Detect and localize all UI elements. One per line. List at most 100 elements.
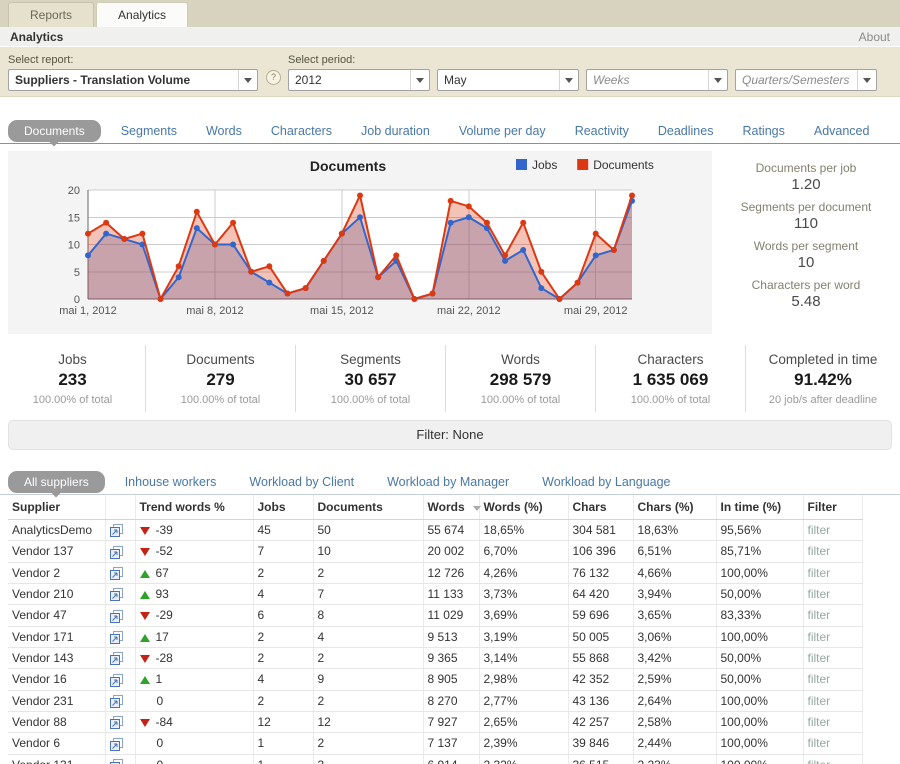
row-filter-link[interactable]: filter: [808, 630, 831, 644]
row-filter-link[interactable]: filter: [808, 736, 831, 750]
period-select-2[interactable]: May: [437, 69, 579, 91]
table-row: Vendor 2672212 7264,26%76 1324,66%100,00…: [8, 562, 862, 583]
open-in-new-window-icon[interactable]: [110, 546, 123, 559]
svg-text:mai 29, 2012: mai 29, 2012: [564, 305, 628, 317]
col-header-words[interactable]: Words (%): [479, 495, 568, 520]
select-report-label: Select report:: [8, 54, 73, 66]
report-tab-volume-per-day[interactable]: Volume per day: [459, 124, 546, 138]
col-header-jobs[interactable]: Jobs: [253, 495, 313, 520]
cell-words: 11 133: [423, 583, 479, 604]
app-header: Analytics About: [0, 27, 900, 47]
col-header-label: Chars: [573, 500, 607, 514]
row-filter-link[interactable]: filter: [808, 672, 831, 686]
row-filter-link[interactable]: filter: [808, 587, 831, 601]
window-tab-analytics[interactable]: Analytics: [96, 2, 188, 27]
filter-bar[interactable]: Filter: None: [8, 420, 892, 450]
supplier-tab-workload-by-client[interactable]: Workload by Client: [249, 475, 354, 489]
row-filter-link[interactable]: filter: [808, 651, 831, 665]
table-row: AnalyticsDemo-39455055 67418,65%304 5811…: [8, 520, 862, 541]
supplier-tab-workload-by-language[interactable]: Workload by Language: [542, 475, 670, 489]
trend-value: 17: [156, 630, 169, 644]
col-header-in-time[interactable]: In time (%): [716, 495, 803, 520]
report-tab-reactivity[interactable]: Reactivity: [575, 124, 629, 138]
report-tab-documents[interactable]: Documents: [8, 120, 101, 142]
period-select-1[interactable]: 2012: [288, 69, 430, 91]
help-icon[interactable]: ?: [266, 70, 281, 85]
col-header-trend-words[interactable]: Trend words %: [135, 495, 253, 520]
col-header-supplier[interactable]: Supplier: [8, 495, 105, 520]
report-tab-advanced[interactable]: Advanced: [814, 124, 870, 138]
cell-filter: filter: [803, 711, 862, 732]
cell-supplier: Vendor 143: [8, 647, 105, 668]
col-header-words[interactable]: Words: [423, 495, 479, 520]
cell-in-time: 100,00%: [716, 562, 803, 583]
about-link[interactable]: About: [859, 30, 890, 44]
col-header-chars[interactable]: Chars: [568, 495, 633, 520]
table-row: Vendor 17117249 5133,19%50 0053,06%100,0…: [8, 626, 862, 647]
col-header-label: Words (%): [484, 500, 543, 514]
open-in-new-window-icon[interactable]: [110, 652, 123, 665]
report-tab-deadlines[interactable]: Deadlines: [658, 124, 714, 138]
summary-subtext: 100.00% of total: [446, 394, 595, 406]
open-in-new-window-icon[interactable]: [110, 631, 123, 644]
supplier-tab-workload-by-manager[interactable]: Workload by Manager: [387, 475, 509, 489]
col-header-chars[interactable]: Chars (%): [633, 495, 716, 520]
chevron-down-icon: [559, 70, 578, 90]
open-in-new-window-icon[interactable]: [110, 759, 123, 764]
open-in-new-window-icon[interactable]: [110, 567, 123, 580]
row-filter-link[interactable]: filter: [808, 715, 831, 729]
cell-documents: 2: [313, 690, 423, 711]
report-tab-ratings[interactable]: Ratings: [742, 124, 784, 138]
supplier-tab-all-suppliers[interactable]: All suppliers: [8, 471, 105, 493]
col-header-filter[interactable]: Filter: [803, 495, 862, 520]
cell-words: 6 914: [423, 754, 479, 764]
summary-label: Segments: [296, 352, 445, 367]
svg-text:mai 8, 2012: mai 8, 2012: [186, 305, 243, 317]
col-header-label: Jobs: [258, 500, 286, 514]
window-tab-reports[interactable]: Reports: [8, 2, 94, 27]
cell-trend: -28: [135, 647, 253, 668]
row-filter-link[interactable]: filter: [808, 758, 831, 764]
cell-supplier: Vendor 2: [8, 562, 105, 583]
cell-trend: 0: [135, 690, 253, 711]
trend-value: 93: [156, 587, 169, 601]
open-in-new-window-icon[interactable]: [110, 674, 123, 687]
row-filter-link[interactable]: filter: [808, 523, 831, 537]
svg-text:5: 5: [74, 267, 80, 279]
open-in-new-window-icon[interactable]: [110, 738, 123, 751]
cell-jobs: 12: [253, 711, 313, 732]
report-tab-characters[interactable]: Characters: [271, 124, 332, 138]
supplier-tab-inhouse-workers[interactable]: Inhouse workers: [125, 475, 217, 489]
col-header-documents[interactable]: Documents: [313, 495, 423, 520]
cell-words: 9 365: [423, 647, 479, 668]
open-in-new-window-icon[interactable]: [110, 588, 123, 601]
cell-trend: -29: [135, 605, 253, 626]
report-tab-words[interactable]: Words: [206, 124, 242, 138]
cell-chars: 39 846: [568, 733, 633, 754]
row-filter-link[interactable]: filter: [808, 566, 831, 580]
period-select-3[interactable]: Weeks: [586, 69, 728, 91]
cell-documents: 8: [313, 605, 423, 626]
open-in-new-window-icon[interactable]: [110, 695, 123, 708]
trend-value: 0: [157, 694, 164, 708]
row-filter-link[interactable]: filter: [808, 608, 831, 622]
documents-area-chart[interactable]: 05101520mai 1, 2012mai 8, 2012mai 15, 20…: [8, 151, 712, 334]
open-in-new-window-icon[interactable]: [110, 610, 123, 623]
table-row: Vendor 161498 9052,98%42 3522,59%50,00%f…: [8, 669, 862, 690]
side-stat-segments-per-document: Segments per document110: [712, 200, 900, 232]
row-filter-link[interactable]: filter: [808, 544, 831, 558]
cell-supplier: Vendor 47: [8, 605, 105, 626]
period-select-4[interactable]: Quarters/Semesters: [735, 69, 877, 91]
report-form-bar: Select report: Suppliers - Translation V…: [0, 47, 900, 97]
trend-value: 1: [156, 672, 163, 686]
cell-in-time: 85,71%: [716, 541, 803, 562]
summary-segments: Segments30 657100.00% of total: [295, 345, 445, 412]
report-tab-job-duration[interactable]: Job duration: [361, 124, 430, 138]
open-in-new-window-icon[interactable]: [110, 716, 123, 729]
side-stat-words-per-segment: Words per segment10: [712, 239, 900, 271]
summary-value: 279: [146, 370, 295, 390]
report-tab-segments[interactable]: Segments: [121, 124, 177, 138]
row-filter-link[interactable]: filter: [808, 694, 831, 708]
open-in-new-window-icon[interactable]: [110, 524, 123, 537]
report-select[interactable]: Suppliers - Translation Volume: [8, 69, 258, 91]
